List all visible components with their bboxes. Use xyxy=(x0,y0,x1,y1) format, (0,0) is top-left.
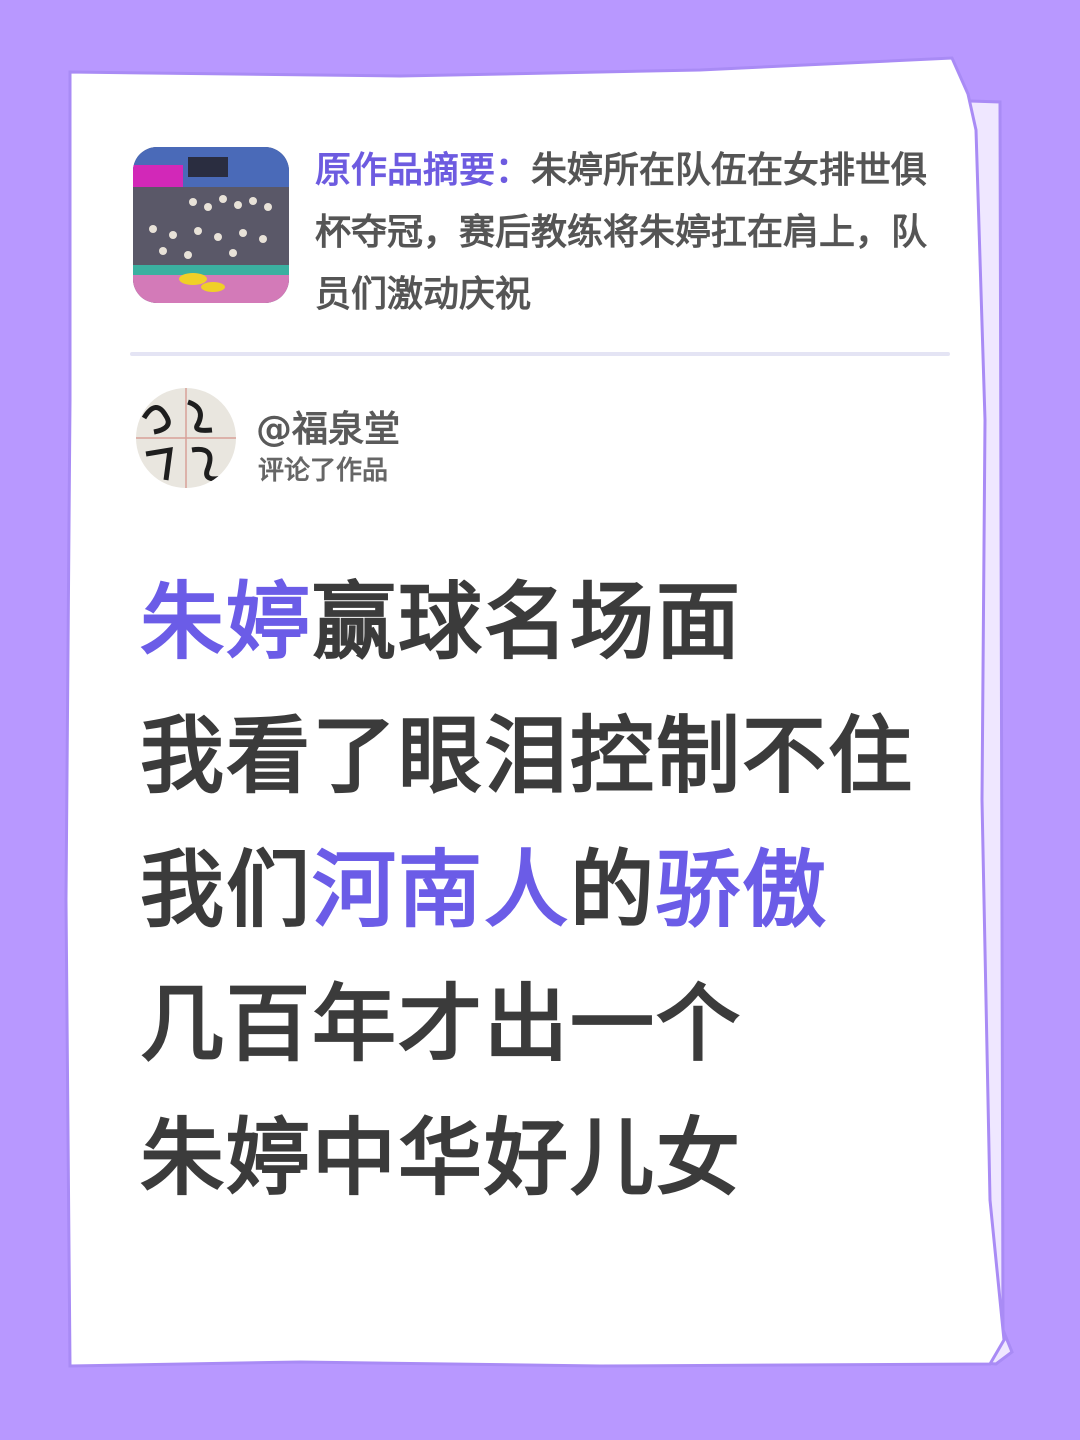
calligraphy-avatar-image xyxy=(136,388,236,488)
highlight-pride: 骄傲 xyxy=(656,841,829,939)
comment-line-3: 我们河南人的骄傲 xyxy=(140,823,1000,957)
commenter-action: 评论了作品 xyxy=(258,456,389,486)
summary-label: 原作品摘要： xyxy=(315,150,532,191)
comment-text: 我们 xyxy=(140,841,313,939)
section-divider xyxy=(130,352,950,356)
comment-text: 赢球名场面 xyxy=(312,573,743,671)
commenter-name[interactable]: @福泉堂 xyxy=(256,400,400,452)
original-work-thumbnail[interactable] xyxy=(133,147,289,303)
highlight-name: 朱婷 xyxy=(140,573,313,671)
comment-line-4: 几百年才出一个 xyxy=(140,975,743,1073)
avatar[interactable] xyxy=(136,388,236,488)
comment-body: 朱婷赢球名场面 我看了眼泪控制不住 我们河南人的骄傲 几百年才出一个 朱婷中华好… xyxy=(140,555,1000,1225)
comment-text: 的 xyxy=(570,841,657,939)
comment-line-5: 朱婷中华好儿女 xyxy=(140,1109,743,1207)
original-work-summary[interactable]: 原作品摘要：朱婷所在队伍在女排世俱杯夺冠，赛后教练将朱婷扛在肩上，队员们激动庆祝 xyxy=(315,140,955,326)
highlight-henan: 河南人 xyxy=(312,841,571,939)
comment-line-2: 我看了眼泪控制不住 xyxy=(140,707,915,805)
comment-line-1: 朱婷赢球名场面 xyxy=(140,555,1000,689)
volleyball-arena-image xyxy=(133,147,289,303)
